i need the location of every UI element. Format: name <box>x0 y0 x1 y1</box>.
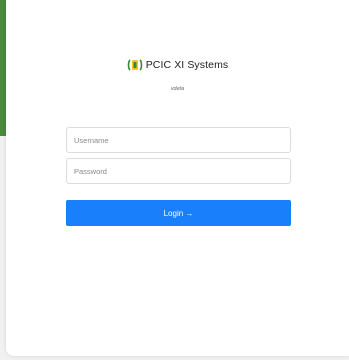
password-input[interactable] <box>66 158 291 184</box>
brand-row: PCIC XI Systems <box>127 57 229 73</box>
app-subtitle: vdeta <box>170 86 185 92</box>
login-page: PCIC XI Systems vdeta Login → <box>0 0 349 360</box>
username-input[interactable] <box>66 127 291 153</box>
pcic-logo-icon <box>127 57 143 73</box>
app-title: PCIC XI Systems <box>145 59 229 71</box>
brand-header: PCIC XI Systems vdeta <box>6 57 349 92</box>
login-button[interactable]: Login → <box>66 200 291 226</box>
